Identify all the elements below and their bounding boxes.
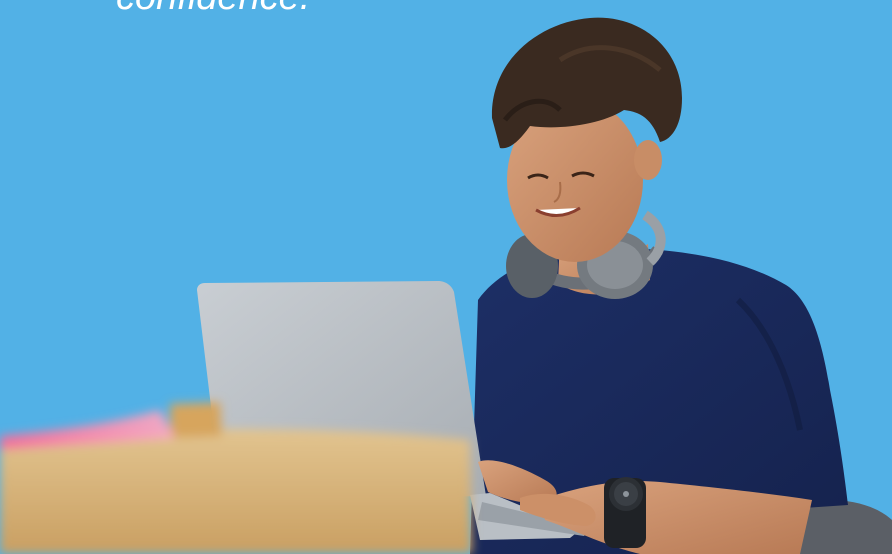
student-laptop-photo <box>0 17 892 554</box>
wristwatch-icon <box>604 477 646 548</box>
hero-banner: confidence. <box>0 0 892 554</box>
